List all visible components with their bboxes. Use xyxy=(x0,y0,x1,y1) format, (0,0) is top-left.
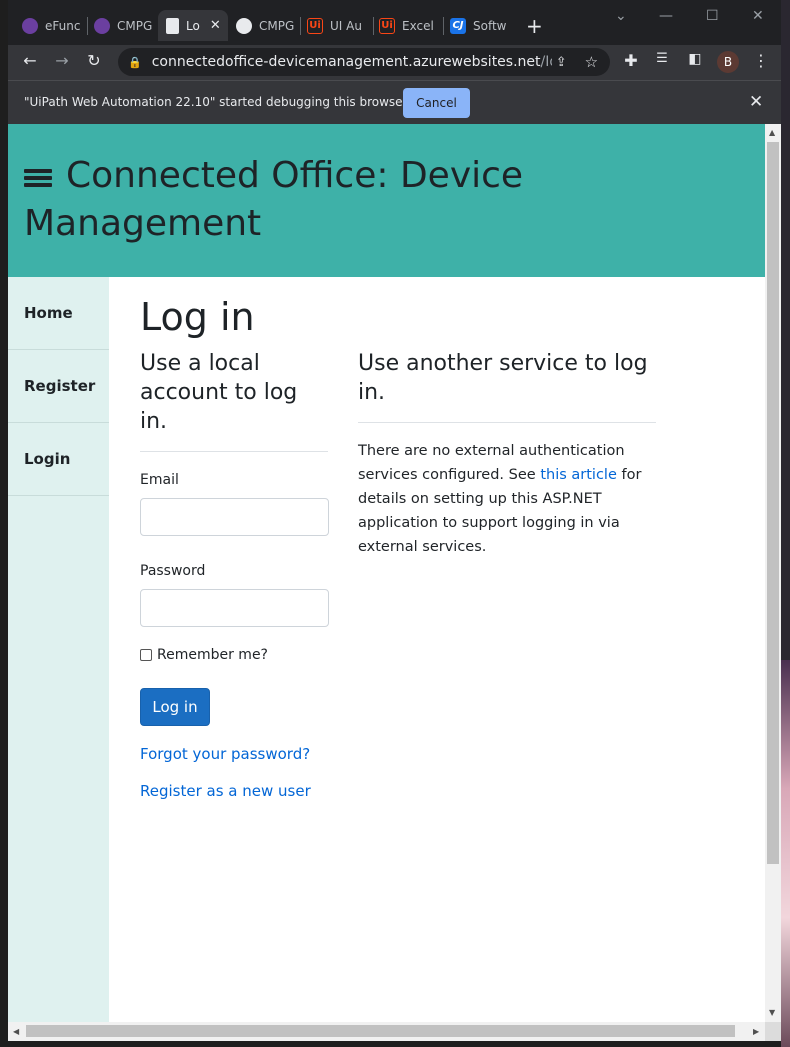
vertical-scrollbar[interactable]: ▲ ▼ xyxy=(765,124,781,1022)
divider xyxy=(140,451,328,452)
tab-label: UI Au xyxy=(330,18,362,33)
reload-icon[interactable]: ↻ xyxy=(83,51,105,70)
local-login-heading: Use a local account to log in. xyxy=(140,351,298,434)
email-label: Email xyxy=(140,472,179,488)
side-panel-icon[interactable]: ◧ xyxy=(684,51,706,67)
email-field[interactable] xyxy=(140,498,329,536)
scrollbar-corner xyxy=(765,1022,781,1041)
divider xyxy=(358,422,656,423)
sidebar-item-register[interactable]: Register xyxy=(8,350,109,423)
scroll-right-arrow-icon[interactable]: ▶ xyxy=(753,1027,759,1036)
teams-icon xyxy=(94,17,110,34)
infobar-message: "UiPath Web Automation 22.10" started de… xyxy=(24,95,408,109)
vertical-scroll-thumb[interactable] xyxy=(767,142,779,864)
sidebar-item-label: Home xyxy=(24,304,73,322)
maximize-icon[interactable]: ☐ xyxy=(706,8,719,24)
tab-separator xyxy=(87,17,88,35)
hamburger-menu-icon[interactable] xyxy=(24,167,52,189)
sidebar-nav: Home Register Login xyxy=(8,277,109,1022)
back-icon[interactable]: ← xyxy=(19,51,41,70)
desktop-wallpaper xyxy=(781,660,790,1047)
tab-software[interactable]: CJ Softw xyxy=(450,10,512,41)
tab-ui-automation[interactable]: Ui UI Au xyxy=(307,10,371,41)
scroll-up-arrow-icon[interactable]: ▲ xyxy=(769,128,775,137)
horizontal-scrollbar[interactable]: ◀ ▶ xyxy=(8,1022,765,1041)
teams-icon xyxy=(22,17,38,34)
minimize-icon[interactable]: — xyxy=(659,8,673,24)
site-title: Connected Office: Device Management xyxy=(24,155,524,244)
sidebar-item-label: Register xyxy=(24,377,96,395)
tab-cmpg[interactable]: CMPG xyxy=(94,10,156,41)
sidebar-item-label: Login xyxy=(24,450,71,468)
tab-login-active[interactable]: Lo ✕ xyxy=(158,10,228,41)
tab-label: CMPG xyxy=(259,18,295,33)
tab-label: Softw xyxy=(473,18,507,33)
this-article-link[interactable]: this article xyxy=(540,467,617,483)
github-icon xyxy=(236,17,252,34)
forward-icon[interactable]: → xyxy=(51,51,73,70)
close-infobar-icon[interactable]: ✕ xyxy=(749,92,763,112)
tab-strip: eFunc CMPG Lo ✕ CMPG Ui UI Au Ui Excel C… xyxy=(8,0,781,45)
url-text: connectedoffice-devicemanagement.azurewe… xyxy=(151,54,552,70)
tab-efunc[interactable]: eFunc xyxy=(22,10,84,41)
bookmark-star-icon[interactable]: ☆ xyxy=(585,53,598,71)
lock-icon: 🔒 xyxy=(128,55,142,69)
plus-icon: + xyxy=(526,13,543,38)
sidebar-item-home[interactable]: Home xyxy=(8,277,109,350)
external-login-heading: Use another service to log in. xyxy=(358,351,648,405)
tab-cmpg-github[interactable]: CMPG xyxy=(236,10,298,41)
close-window-icon[interactable]: ✕ xyxy=(752,8,764,24)
sidebar-item-login[interactable]: Login xyxy=(8,423,109,496)
share-icon[interactable]: ⇪ xyxy=(556,55,567,70)
browser-window: eFunc CMPG Lo ✕ CMPG Ui UI Au Ui Excel C… xyxy=(8,0,781,1041)
uipath-icon: Ui xyxy=(307,17,323,34)
password-field[interactable] xyxy=(140,589,329,627)
debugging-infobar: "UiPath Web Automation 22.10" started de… xyxy=(8,80,781,124)
web-page: Connected Office: Device Management Home… xyxy=(8,124,765,1022)
remember-me-label: Remember me? xyxy=(157,647,268,663)
remember-me-checkbox[interactable] xyxy=(140,649,152,661)
address-bar[interactable]: 🔒 connectedoffice-devicemanagement.azure… xyxy=(118,48,610,76)
cj-icon: CJ xyxy=(450,17,466,34)
tab-label: CMPG xyxy=(117,18,153,33)
register-new-user-link[interactable]: Register as a new user xyxy=(140,782,311,800)
tab-separator xyxy=(373,17,374,35)
extensions-icon[interactable]: ✚ xyxy=(620,51,642,70)
password-label: Password xyxy=(140,563,206,579)
tab-label: Excel xyxy=(402,18,434,33)
scroll-down-arrow-icon[interactable]: ▼ xyxy=(769,1008,775,1017)
horizontal-scroll-thumb[interactable] xyxy=(26,1025,735,1037)
page-icon xyxy=(166,17,179,34)
tab-label: Lo xyxy=(186,18,200,33)
tab-excel[interactable]: Ui Excel xyxy=(379,10,441,41)
external-login-section: Use another service to log in. There are… xyxy=(358,349,656,559)
desktop-background xyxy=(781,0,790,1047)
new-tab-button[interactable]: + xyxy=(526,10,546,41)
forgot-password-link[interactable]: Forgot your password? xyxy=(140,745,310,763)
tab-separator xyxy=(300,17,301,35)
uipath-icon: Ui xyxy=(379,17,395,34)
tab-separator xyxy=(443,17,444,35)
login-submit-button[interactable]: Log in xyxy=(140,688,210,726)
page-title: Log in xyxy=(140,295,255,339)
browser-toolbar: ← → ↻ 🔒 connectedoffice-devicemanagement… xyxy=(8,45,781,80)
external-login-text: There are no external authentication ser… xyxy=(358,443,642,555)
profile-avatar[interactable]: B xyxy=(717,51,739,73)
tab-search-chevron-icon[interactable]: ⌄ xyxy=(615,8,627,24)
media-control-icon[interactable]: ☰ xyxy=(651,51,673,66)
scroll-left-arrow-icon[interactable]: ◀ xyxy=(13,1027,19,1036)
cancel-debugging-button[interactable]: Cancel xyxy=(403,88,470,118)
local-login-section: Use a local account to log in. Email Pas… xyxy=(140,349,329,800)
menu-kebab-icon[interactable]: ⋮ xyxy=(750,51,772,70)
tab-label: eFunc xyxy=(45,18,81,33)
close-tab-icon[interactable]: ✕ xyxy=(210,18,221,33)
site-banner: Connected Office: Device Management xyxy=(8,124,765,277)
remember-me: Remember me? xyxy=(140,647,328,663)
